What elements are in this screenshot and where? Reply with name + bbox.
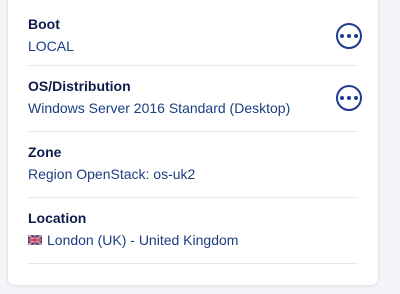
os-actions-button[interactable] xyxy=(336,85,362,111)
os-row: OS/Distribution Windows Server 2016 Stan… xyxy=(28,65,362,132)
boot-label: Boot xyxy=(28,16,60,32)
ellipsis-dot-icon xyxy=(354,96,358,100)
zone-label: Zone xyxy=(28,144,62,160)
location-row: Location London (UK) - United Kingdom xyxy=(28,197,358,264)
boot-actions-button[interactable] xyxy=(336,23,362,49)
ellipsis-dot-icon xyxy=(347,96,351,100)
zone-value: Region OpenStack: os-uk2 xyxy=(28,166,196,182)
server-details-card: Boot LOCAL OS/Distribution Windows Serve… xyxy=(7,0,379,286)
ellipsis-dot-icon xyxy=(340,34,344,38)
boot-value: LOCAL xyxy=(28,38,74,54)
location-value: London (UK) - United Kingdom xyxy=(47,232,239,248)
uk-flag-icon xyxy=(28,235,42,245)
os-value: Windows Server 2016 Standard (Desktop) xyxy=(28,100,291,116)
ellipsis-dot-icon xyxy=(354,34,358,38)
location-label: Location xyxy=(28,210,87,226)
os-label: OS/Distribution xyxy=(28,78,131,94)
zone-row: Zone Region OpenStack: os-uk2 xyxy=(28,131,358,198)
ellipsis-dot-icon xyxy=(347,34,351,38)
boot-row: Boot LOCAL xyxy=(28,0,362,66)
ellipsis-dot-icon xyxy=(340,96,344,100)
